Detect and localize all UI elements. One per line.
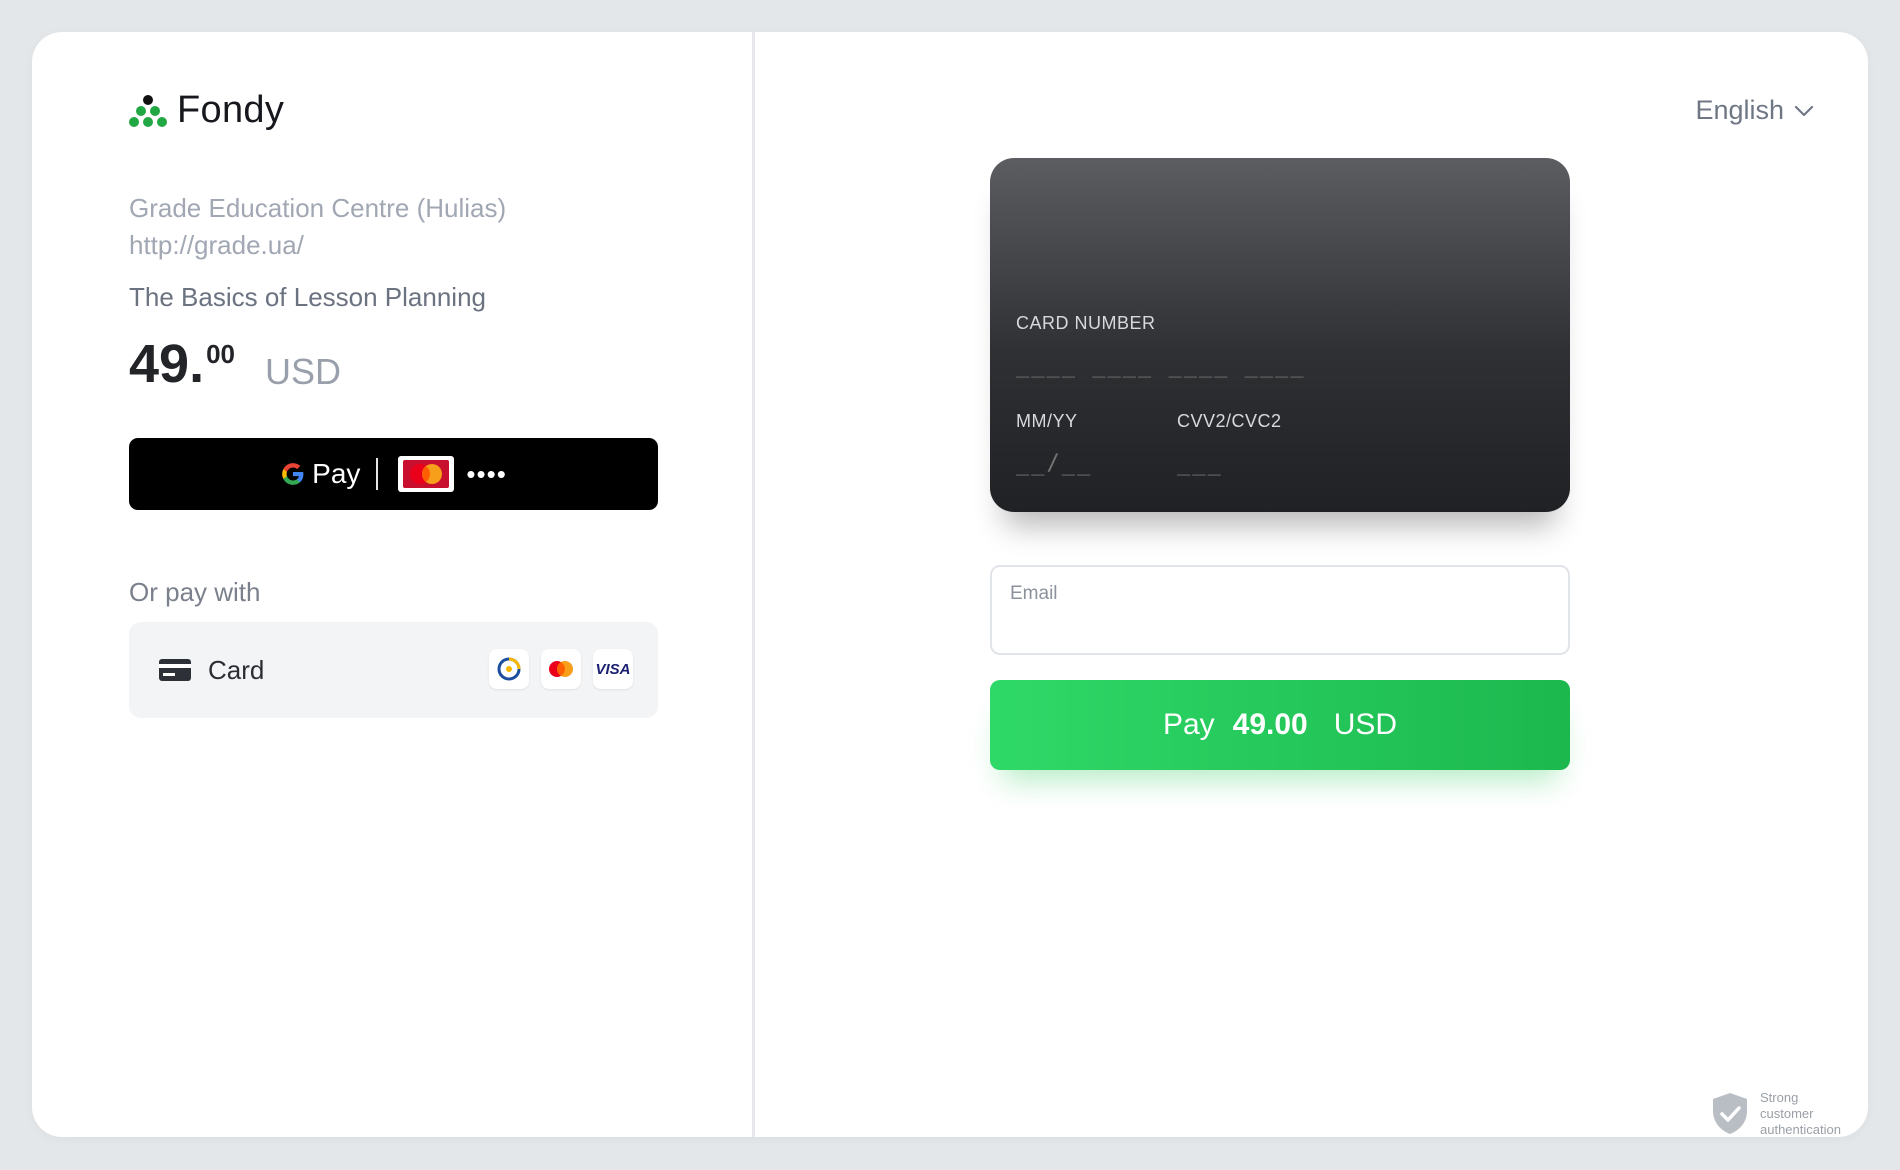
order-amount: 49. 00 USD: [129, 337, 341, 393]
card-number-label: CARD NUMBER: [1016, 313, 1156, 333]
pay-button-amount: 49.00: [1232, 708, 1308, 741]
expiry-label: MM/YY: [1016, 411, 1078, 431]
email-input[interactable]: [1010, 613, 1550, 643]
prostir-icon: [489, 649, 529, 689]
order-summary-panel: Fondy Grade Education Centre (Hulias) ht…: [32, 32, 755, 1137]
sca-line-2: customer: [1760, 1106, 1814, 1121]
google-pay-label: Pay: [312, 458, 361, 489]
fondy-logo-icon: [129, 94, 167, 127]
google-g-icon: [282, 463, 304, 485]
google-pay-button[interactable]: Pay ••••: [129, 438, 658, 510]
pay-button-prefix: Pay: [1162, 708, 1215, 741]
card-option-label: Card: [208, 654, 265, 685]
mastercard-icon: [398, 456, 455, 492]
mastercard-logo: [403, 460, 450, 488]
sca-line-3: authentication: [1760, 1122, 1841, 1137]
email-field[interactable]: Email: [990, 565, 1570, 655]
expiry-input[interactable]: [1016, 451, 1136, 476]
fondy-logo: Fondy: [129, 89, 284, 132]
brand-name: Fondy: [177, 89, 285, 131]
visa-text: VISA: [595, 660, 631, 678]
cvv-label: CVV2/CVC2: [1177, 411, 1282, 431]
mastercard-icon: [541, 649, 581, 689]
pay-button[interactable]: Pay 49.00 USD: [990, 680, 1570, 770]
amount-decimal: 00: [206, 339, 235, 369]
card-payment-option[interactable]: Card VISA: [129, 622, 658, 718]
amount-integer: 49.: [129, 334, 205, 394]
merchant-name: Grade Education Centre (Hulias): [129, 193, 507, 223]
card-number-input[interactable]: [1016, 353, 1466, 378]
card-brands: VISA: [489, 649, 633, 689]
product-title: The Basics of Lesson Planning: [129, 282, 486, 312]
sca-text: Strong customer authentication: [1760, 1090, 1860, 1138]
google-pay-logo: Pay: [280, 458, 360, 490]
sca-line-1: Strong: [1760, 1090, 1799, 1105]
amount-currency: USD: [265, 351, 342, 392]
cvv-input[interactable]: [1177, 451, 1267, 476]
card-form: CARD NUMBER MM/YY CVV2/CVC2: [990, 158, 1570, 512]
masked-card-number: ••••: [466, 458, 507, 489]
payment-page: Fondy Grade Education Centre (Hulias) ht…: [32, 32, 1868, 1137]
sca-badge: Strong customer authentication: [1710, 1090, 1860, 1138]
visa-icon: VISA: [593, 649, 633, 689]
language-label: English: [1695, 95, 1784, 125]
chevron-down-icon: [1794, 105, 1814, 116]
credit-card-icon: [159, 659, 191, 681]
merchant-info: Grade Education Centre (Hulias) http://g…: [129, 190, 506, 264]
language-selector[interactable]: English: [1695, 95, 1814, 126]
or-pay-with-label: Or pay with: [129, 577, 261, 607]
divider: [376, 458, 379, 490]
email-label: Email: [1010, 583, 1058, 604]
merchant-url: http://grade.ua/: [129, 230, 304, 260]
pay-button-currency: USD: [1333, 708, 1398, 741]
shield-check-icon: [1713, 1093, 1747, 1134]
